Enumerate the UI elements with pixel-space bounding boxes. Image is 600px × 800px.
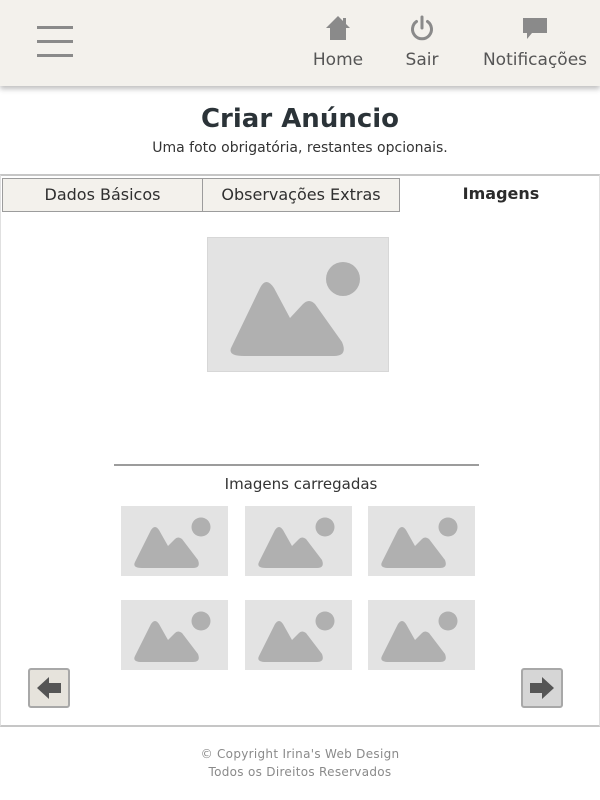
previous-step-button[interactable]	[28, 668, 70, 708]
image-placeholder-icon	[134, 611, 211, 662]
nav-logout-label: Sair	[405, 50, 439, 70]
uploaded-images-label: Imagens carregadas	[224, 475, 378, 493]
create-ad-panel: Dados Básicos Observações Extras Imagens…	[0, 174, 600, 727]
image-placeholder-icon	[258, 517, 335, 568]
next-step-button[interactable]	[521, 668, 563, 708]
speech-bubble-icon	[523, 18, 547, 39]
uploaded-image-thumbnail[interactable]	[368, 600, 475, 670]
image-placeholder-icon	[381, 517, 458, 568]
nav-home-button[interactable]: Home	[308, 14, 368, 74]
arrow-left-icon	[37, 677, 61, 699]
main-image-upload[interactable]	[207, 237, 389, 372]
tab-images[interactable]: Imagens	[401, 178, 600, 212]
uploaded-image-thumbnail[interactable]	[121, 506, 228, 576]
page-subtitle: Uma foto obrigatória, restantes opcionai…	[152, 140, 448, 156]
tab-basic-data[interactable]: Dados Básicos	[2, 178, 203, 212]
nav-home-label: Home	[312, 50, 364, 70]
image-placeholder-icon	[381, 611, 458, 662]
nav-notifications-button[interactable]: Notificações	[478, 14, 592, 74]
image-placeholder-icon	[230, 262, 360, 356]
uploaded-image-thumbnail[interactable]	[245, 600, 352, 670]
uploaded-image-thumbnail[interactable]	[368, 506, 475, 576]
nav-logout-button[interactable]: Sair	[398, 14, 446, 74]
house-icon	[326, 16, 350, 40]
page-title: Criar Anúncio	[200, 104, 400, 134]
footer-rights: Todos os Direitos Reservados	[208, 765, 392, 779]
power-icon	[411, 15, 433, 41]
footer: © Copyright Irina's Web Design Todos os …	[0, 745, 600, 781]
uploaded-image-thumbnail[interactable]	[245, 506, 352, 576]
arrow-right-icon	[530, 677, 554, 699]
uploaded-image-thumbnail[interactable]	[121, 600, 228, 670]
nav-notifications-label: Notificações	[482, 50, 588, 70]
image-placeholder-icon	[258, 611, 335, 662]
footer-copyright: © Copyright Irina's Web Design	[200, 747, 400, 761]
image-placeholder-icon	[134, 517, 211, 568]
top-navigation-bar: Home Sair Notificações	[0, 0, 600, 86]
section-divider	[114, 464, 479, 466]
hamburger-menu-icon[interactable]	[37, 26, 73, 58]
tab-extra-notes[interactable]: Observações Extras	[202, 178, 400, 212]
